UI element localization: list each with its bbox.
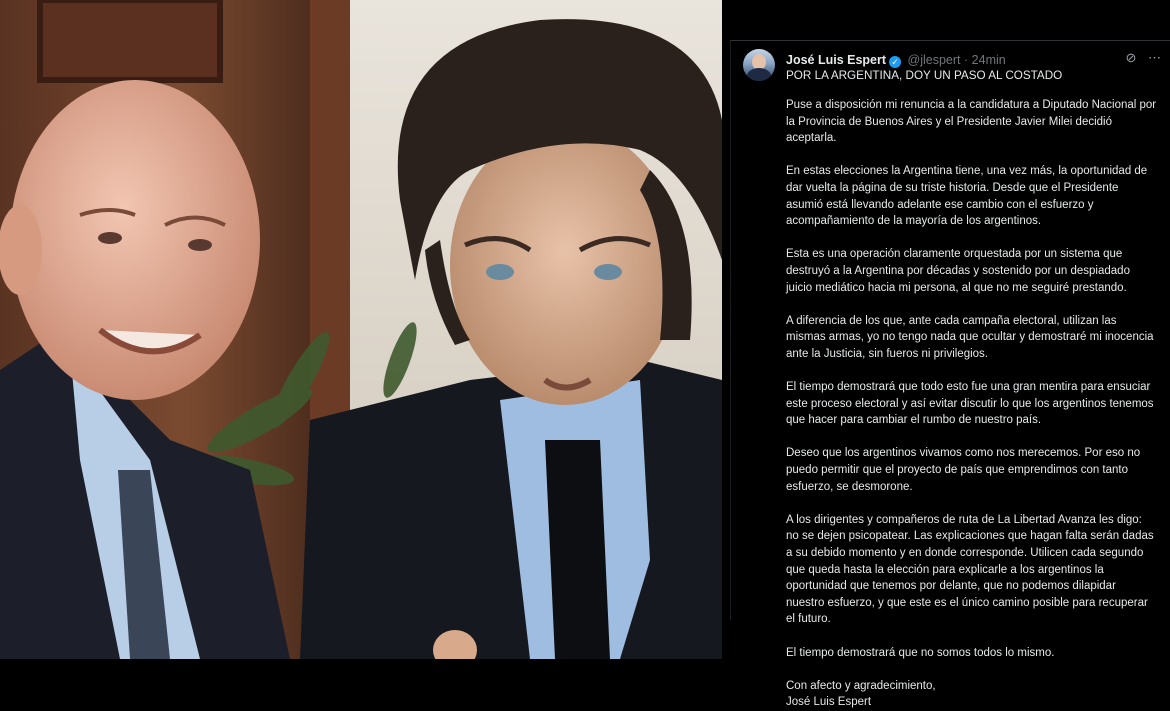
verified-badge-icon: ✓: [889, 56, 902, 68]
grok-icon[interactable]: ⊘: [1125, 50, 1136, 65]
tweet-headline: POR LA ARGENTINA, DOY UN PASO AL COSTADO: [786, 69, 1063, 82]
author-avatar[interactable]: [743, 49, 775, 81]
author-handle[interactable]: @jlespert: [908, 53, 961, 67]
tweet-paragraph: Esta es una operación claramente orquest…: [786, 248, 1130, 294]
tweet-body: Puse a disposición mi renuncia a la cand…: [786, 97, 1157, 711]
news-photo: [0, 0, 722, 659]
author-name[interactable]: José Luis Espert: [786, 53, 886, 67]
tweet-header: José Luis Espert ✓ @jlespert · 24min: [786, 51, 1161, 69]
tweet-actions-top: ⊘ ⋯: [1117, 50, 1161, 66]
tweet-time[interactable]: 24min: [972, 53, 1006, 67]
tweet-paragraph: A diferencia de los que, ante cada campa…: [786, 314, 1154, 360]
tweet-closing: Con afecto y agradecimiento,: [786, 679, 936, 692]
tweet-signature: José Luis Espert: [786, 696, 872, 709]
tweet-card: José Luis Espert ✓ @jlespert · 24min ⊘ ⋯ …: [730, 40, 1170, 708]
tweet-paragraph: Deseo que los argentinos vivamos como no…: [786, 447, 1141, 493]
photo-illustration: [0, 0, 722, 659]
header-separator: ·: [964, 53, 969, 67]
tweet-panel: José Luis Espert ✓ @jlespert · 24min ⊘ ⋯ …: [722, 0, 1170, 708]
tweet-paragraph: Puse a disposición mi renuncia a la cand…: [786, 99, 1157, 145]
tweet-paragraph: El tiempo demostrará que todo esto fue u…: [786, 381, 1154, 427]
tweet-paragraph: En estas elecciones la Argentina tiene, …: [786, 165, 1148, 228]
more-icon[interactable]: ⋯: [1148, 50, 1161, 65]
tweet-paragraph: A los dirigentes y compañeros de ruta de…: [786, 513, 1154, 626]
avatar-body: [747, 68, 771, 81]
